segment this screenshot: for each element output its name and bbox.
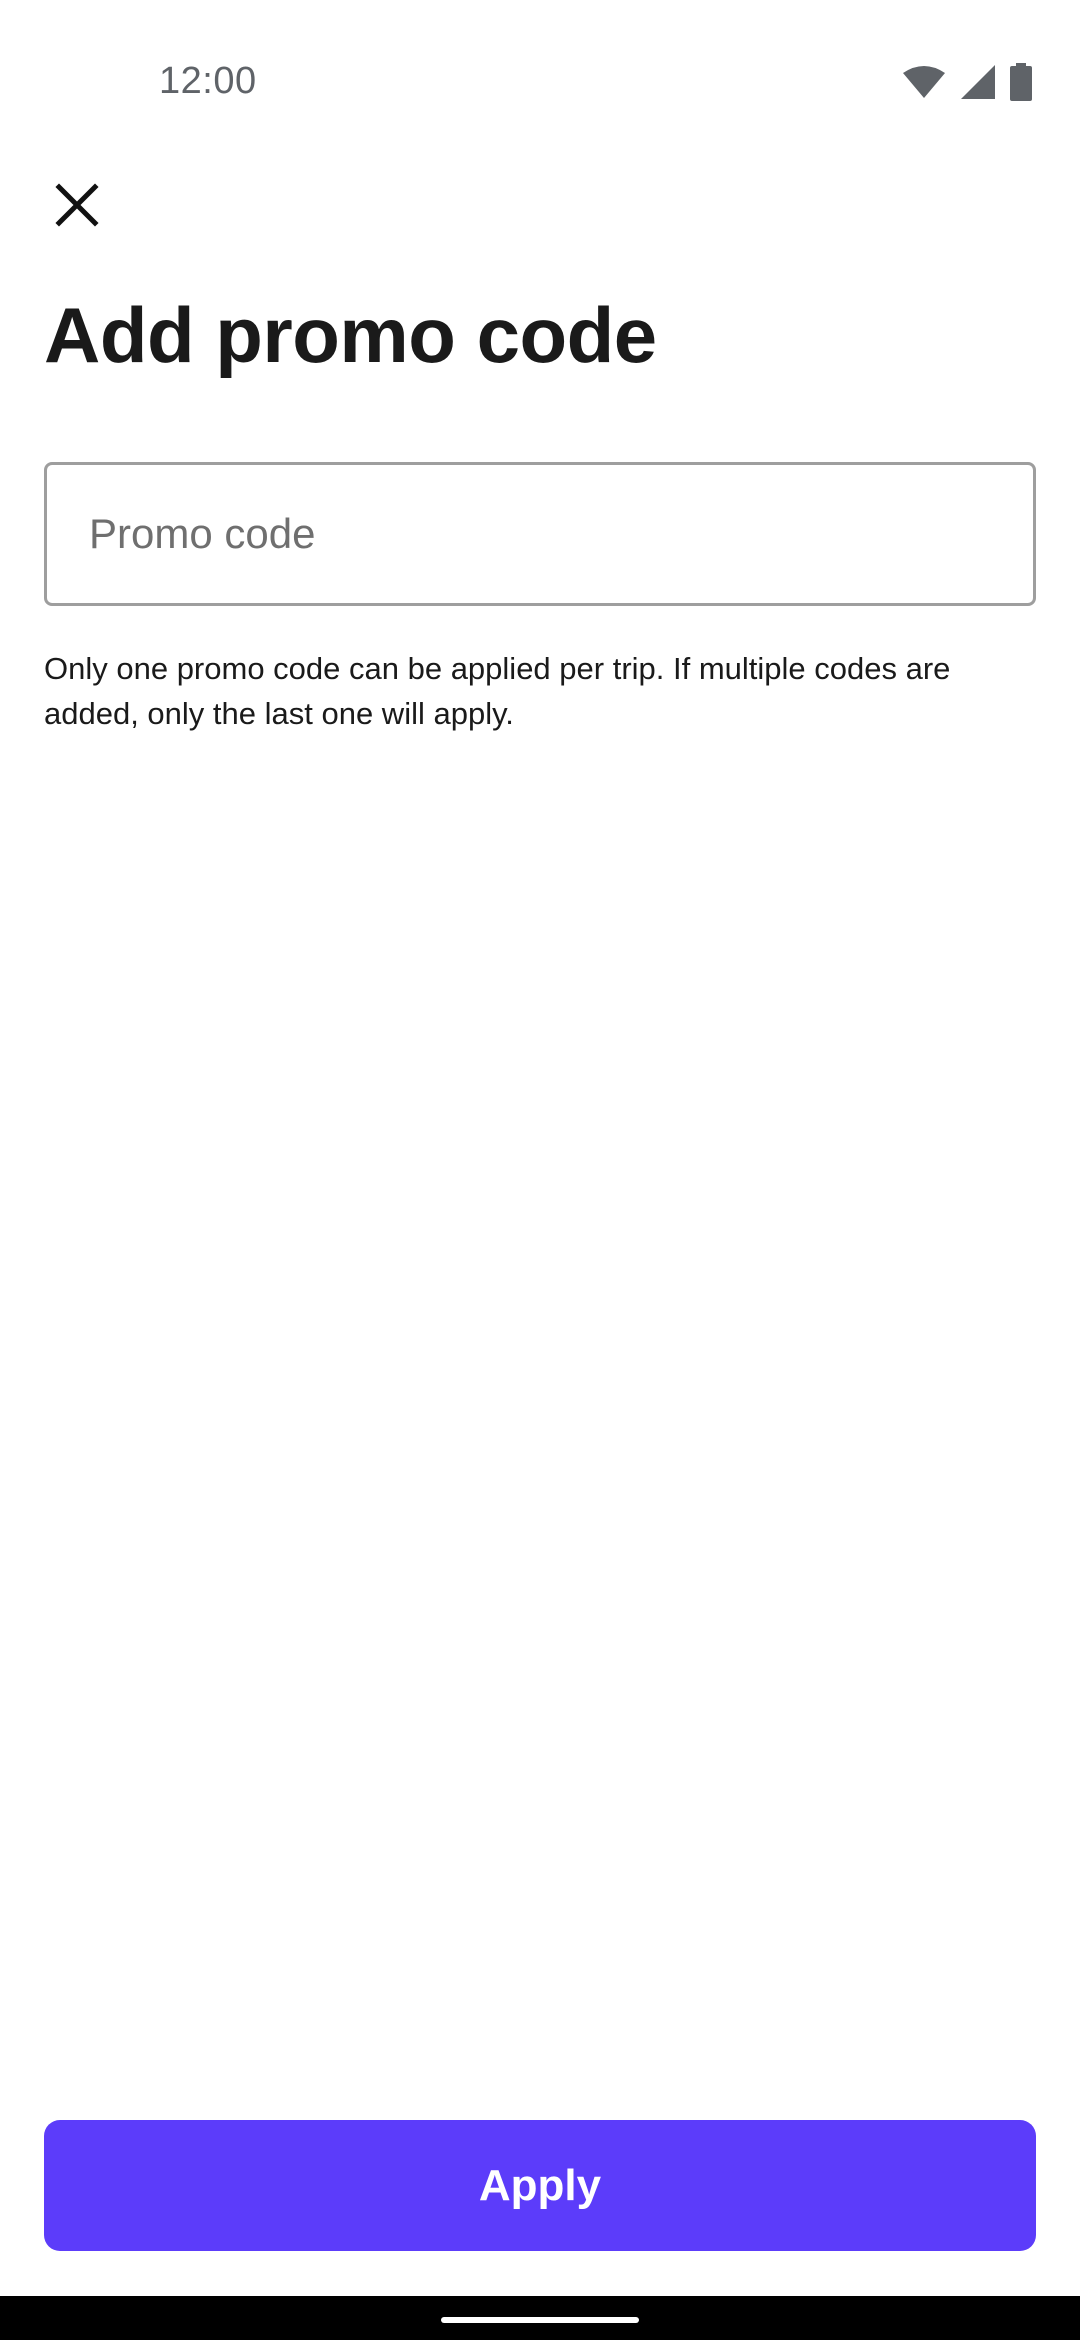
- wifi-icon: [902, 65, 946, 99]
- status-icons: [902, 62, 1032, 102]
- page-title: Add promo code: [44, 291, 657, 379]
- promo-code-input[interactable]: [47, 465, 1033, 603]
- close-button[interactable]: [42, 172, 112, 242]
- status-time: 12:00: [159, 60, 257, 102]
- battery-icon: [1010, 63, 1032, 101]
- promo-code-field[interactable]: [44, 462, 1036, 606]
- home-indicator[interactable]: [441, 2317, 639, 2323]
- helper-text: Only one promo code can be applied per t…: [44, 651, 951, 731]
- close-icon: [55, 182, 99, 232]
- cellular-signal-icon: [960, 64, 996, 100]
- status-bar: 12:00: [0, 0, 1080, 170]
- apply-button[interactable]: Apply: [44, 2120, 1036, 2251]
- promo-code-screen: 12:00 Add promo code Promo code Only one…: [0, 0, 1080, 2340]
- navigation-bar: [0, 2296, 1080, 2340]
